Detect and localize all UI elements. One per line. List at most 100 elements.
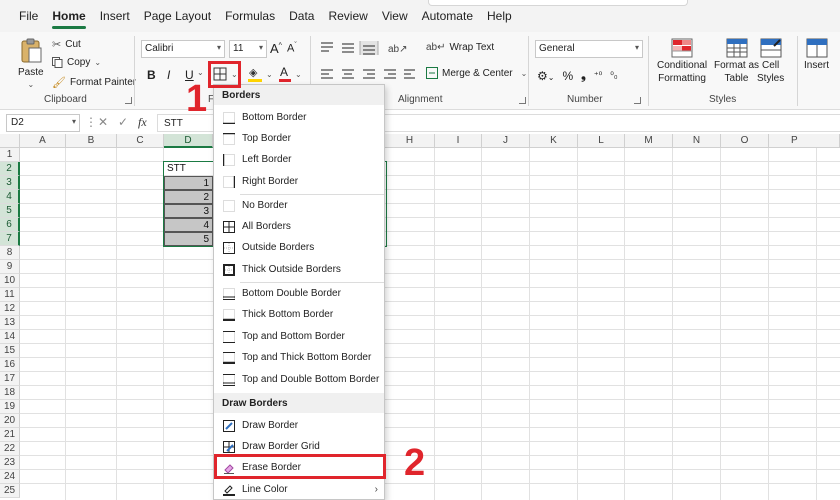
number-format-select[interactable]: General ▾ [535, 40, 643, 58]
row-header-25[interactable]: 25 [0, 484, 20, 498]
insert-function-icon[interactable]: fx [138, 115, 147, 130]
row-header-5[interactable]: 5 [0, 204, 20, 218]
menu-item-line-color[interactable]: Line Color › [214, 479, 384, 500]
row-header-19[interactable]: 19 [0, 400, 20, 414]
alignment-launcher-icon[interactable] [519, 97, 526, 104]
column-header-d[interactable]: D [164, 134, 213, 148]
row-header-14[interactable]: 14 [0, 330, 20, 344]
percent-style-button[interactable]: % [562, 69, 573, 83]
menu-item-draw-border[interactable]: Draw Border [214, 415, 384, 436]
search-box-edge[interactable] [428, 0, 688, 6]
column-header-p[interactable]: P [769, 134, 840, 148]
decrease-font-icon[interactable]: Aˇ [287, 42, 297, 55]
row-header-21[interactable]: 21 [0, 428, 20, 442]
confirm-icon[interactable]: ✓ [118, 115, 128, 129]
font-size-select[interactable]: 11 ▾ [229, 40, 267, 58]
more-options-icon[interactable]: ⋮ [85, 115, 97, 129]
row-header-22[interactable]: 22 [0, 442, 20, 456]
name-box[interactable]: D2 ▾ [6, 114, 80, 132]
row-header-20[interactable]: 20 [0, 414, 20, 428]
wrap-text-button[interactable]: ab↵ Wrap Text [426, 42, 494, 53]
row-header-15[interactable]: 15 [0, 344, 20, 358]
row-header-1[interactable]: 1 [0, 148, 20, 162]
italic-button[interactable]: I [167, 68, 170, 82]
row-header-18[interactable]: 18 [0, 386, 20, 400]
column-header-n[interactable]: N [673, 134, 721, 148]
row-header-9[interactable]: 9 [0, 260, 20, 274]
row-header-13[interactable]: 13 [0, 316, 20, 330]
menu-item-outside-borders[interactable]: Outside Borders [214, 237, 384, 258]
horizontal-align-icons[interactable] [320, 68, 416, 82]
menu-item-top-and-thick-bottom-border[interactable]: Top and Thick Bottom Border [214, 347, 384, 368]
column-header-m[interactable]: M [625, 134, 673, 148]
row-header-8[interactable]: 8 [0, 246, 20, 260]
column-header-k[interactable]: K [530, 134, 578, 148]
menu-item-bottom-double-border[interactable]: Bottom Double Border [214, 283, 384, 304]
insert-cells-button[interactable]: Insert [804, 38, 829, 71]
menu-item-bottom-border[interactable]: Bottom Border [214, 107, 384, 128]
copy-button[interactable]: Copy ⌄ [52, 57, 101, 68]
column-header-c[interactable]: C [117, 134, 164, 148]
format-painter-button[interactable]: 🖌 Format Painter [52, 76, 136, 89]
font-color-button[interactable]: A ⌄ [279, 65, 302, 82]
row-header-23[interactable]: 23 [0, 456, 20, 470]
tab-data[interactable]: Data [282, 0, 321, 32]
tab-insert[interactable]: Insert [93, 0, 137, 32]
cell-styles-label-2: Styles [757, 73, 785, 84]
cell-styles-button[interactable]: Cell Styles [757, 38, 784, 84]
select-all-corner[interactable] [0, 134, 20, 148]
row-header-24[interactable]: 24 [0, 470, 20, 484]
column-header-o[interactable]: O [721, 134, 769, 148]
accounting-format-icon[interactable]: ⚙⌄ [537, 69, 554, 83]
column-header-j[interactable]: J [482, 134, 530, 148]
menu-item-top-and-double-bottom-border[interactable]: Top and Double Bottom Border [214, 369, 384, 390]
chevron-down-icon[interactable]: ⌄ [197, 68, 204, 77]
column-header-i[interactable]: I [435, 134, 482, 148]
row-header-4[interactable]: 4 [0, 190, 20, 204]
row-header-17[interactable]: 17 [0, 372, 20, 386]
decrease-decimal-icon[interactable]: ⁰₀ [610, 70, 617, 81]
paste-button[interactable]: Paste ⌄ [18, 37, 44, 89]
clipboard-launcher-icon[interactable] [125, 97, 132, 104]
increase-decimal-icon[interactable]: ⁺⁰ [594, 70, 602, 81]
menu-item-left-border[interactable]: Left Border [214, 149, 384, 170]
number-launcher-icon[interactable] [634, 97, 641, 104]
tab-review[interactable]: Review [321, 0, 374, 32]
bold-button[interactable]: B [147, 68, 156, 82]
menu-item-no-border[interactable]: No Border [214, 195, 384, 216]
menu-item-thick-bottom-border[interactable]: Thick Bottom Border [214, 304, 384, 325]
row-header-16[interactable]: 16 [0, 358, 20, 372]
grid-line [529, 148, 530, 500]
comma-style-button[interactable]: ❟ [581, 68, 586, 83]
row-header-7[interactable]: 7 [0, 232, 20, 246]
menu-item-thick-outside-borders[interactable]: Thick Outside Borders [214, 259, 384, 280]
increase-font-icon[interactable]: A^ [270, 41, 282, 56]
vertical-align-icons[interactable]: ab↗ [320, 41, 416, 55]
format-as-table-button[interactable]: Format as Table [714, 38, 759, 84]
tab-formulas[interactable]: Formulas [218, 0, 282, 32]
row-header-3[interactable]: 3 [0, 176, 20, 190]
column-header-l[interactable]: L [578, 134, 625, 148]
tab-file[interactable]: File [12, 0, 45, 32]
fill-color-button[interactable]: ◈ ⌄ [248, 66, 273, 82]
column-header-h[interactable]: H [385, 134, 435, 148]
row-header-10[interactable]: 10 [0, 274, 20, 288]
menu-item-right-border[interactable]: Right Border [214, 171, 384, 192]
tab-home[interactable]: Home [45, 0, 92, 32]
tab-view[interactable]: View [375, 0, 415, 32]
menu-item-top-and-bottom-border[interactable]: Top and Bottom Border [214, 326, 384, 347]
cut-button[interactable]: ✂ Cut [52, 38, 81, 51]
row-header-12[interactable]: 12 [0, 302, 20, 316]
row-header-6[interactable]: 6 [0, 218, 20, 232]
menu-item-top-border[interactable]: Top Border [214, 128, 384, 149]
row-header-11[interactable]: 11 [0, 288, 20, 302]
menu-item-all-borders[interactable]: All Borders [214, 216, 384, 237]
merge-center-button[interactable]: Merge & Center ⌄ [426, 67, 527, 79]
row-header-2[interactable]: 2 [0, 162, 20, 176]
column-header-b[interactable]: B [66, 134, 117, 148]
font-family-select[interactable]: Calibri ▾ [141, 40, 225, 58]
cancel-icon[interactable]: ✕ [98, 115, 108, 129]
column-header-a[interactable]: A [20, 134, 66, 148]
tab-page-layout[interactable]: Page Layout [137, 0, 218, 32]
conditional-formatting-button[interactable]: Conditional Formatting [657, 38, 707, 84]
